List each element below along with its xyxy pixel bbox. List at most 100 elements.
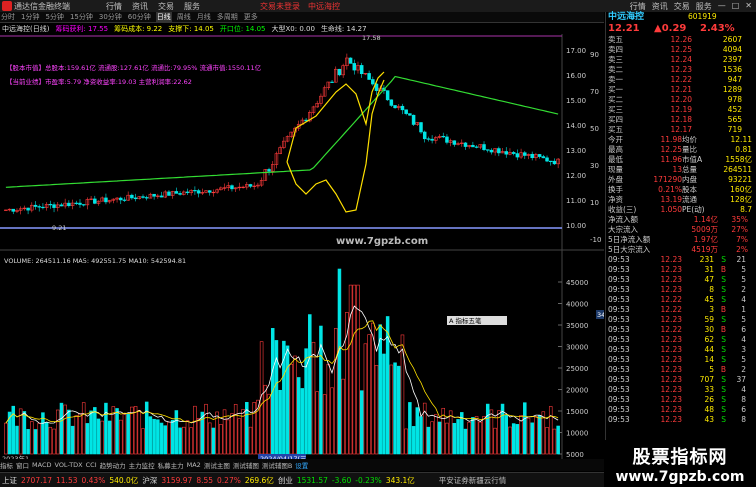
vol-tick: 35000 bbox=[566, 322, 588, 330]
right-menu-item[interactable]: 交易 bbox=[674, 1, 690, 12]
tick-volume: 3 bbox=[709, 305, 714, 314]
tick-count: 4 bbox=[741, 295, 746, 304]
indicator-tab[interactable]: MACD bbox=[32, 461, 51, 469]
flow-label: 净流入额 bbox=[608, 215, 638, 224]
indicator-tab[interactable]: MA2 bbox=[187, 461, 201, 469]
indicator-tab[interactable]: 主力监控 bbox=[129, 460, 155, 470]
maximize-icon[interactable]: □ bbox=[732, 1, 740, 12]
indicator-tab[interactable]: 指标 bbox=[0, 460, 13, 470]
ask-label: 卖四 bbox=[608, 45, 623, 54]
tick-row: 09:53 12.22 30 B 6 bbox=[606, 325, 756, 335]
period-tab[interactable]: 周线 bbox=[176, 12, 192, 22]
tick-side: S bbox=[721, 415, 726, 424]
minimize-icon[interactable]: — bbox=[718, 1, 726, 12]
volume-bar bbox=[144, 401, 149, 455]
ask-label: 卖三 bbox=[608, 55, 623, 64]
period-tab[interactable]: 15分钟 bbox=[69, 12, 94, 22]
candle-body bbox=[159, 195, 164, 198]
flow-label: 5日大宗流入 bbox=[608, 245, 651, 254]
tick-time: 09:53 bbox=[608, 355, 630, 364]
period-tab[interactable]: 60分钟 bbox=[127, 12, 152, 22]
period-tab[interactable]: 30分钟 bbox=[98, 12, 123, 22]
period-tab[interactable]: 1分钟 bbox=[20, 12, 40, 22]
tick-side: S bbox=[721, 395, 726, 404]
volume-bar bbox=[178, 427, 182, 455]
menu-item[interactable]: 行情 bbox=[106, 1, 122, 12]
stock-period-label: 中远海控(日线) bbox=[2, 25, 50, 33]
tick-time: 09:53 bbox=[608, 415, 630, 424]
right-menu-item[interactable]: 资讯 bbox=[652, 1, 668, 12]
candle-body bbox=[267, 169, 271, 172]
candle-body bbox=[408, 113, 412, 116]
tick-side: S bbox=[721, 405, 726, 414]
lifeline-label: 生命线: 14.27 bbox=[320, 25, 367, 33]
right-menu-item[interactable]: 行情 bbox=[630, 1, 646, 12]
candle-body bbox=[81, 204, 86, 206]
price-tick: 17.00 bbox=[566, 47, 586, 55]
candle-body bbox=[59, 204, 64, 207]
menu-item[interactable]: 资讯 bbox=[132, 1, 148, 12]
candle-body bbox=[41, 206, 45, 209]
indicator-tab[interactable]: VOL-TDX bbox=[54, 461, 82, 469]
period-tab[interactable]: 日线 bbox=[155, 12, 172, 22]
period-tab[interactable]: 月线 bbox=[196, 12, 212, 22]
period-tab[interactable]: 分时 bbox=[0, 12, 16, 22]
bid-row: 买五 12.17 719 bbox=[606, 125, 756, 135]
index-amount: 540.0亿 bbox=[109, 475, 139, 485]
tick-volume: 30 bbox=[704, 325, 714, 334]
tick-list[interactable]: 09:53 12.23 231 S 21 09:53 12.23 31 B 5 09:53 12.23… bbox=[606, 255, 756, 425]
volume-bar bbox=[285, 345, 290, 455]
menu-item[interactable]: 交易 bbox=[158, 1, 174, 12]
tick-price: 12.23 bbox=[660, 395, 682, 404]
index-change: 8.55 bbox=[196, 475, 214, 485]
indicator-tab[interactable]: CCI bbox=[86, 461, 97, 469]
kline-chart[interactable]: 17.00 16.00 15.00 14.00 13.00 12.00 11.00 10.00… bbox=[0, 34, 604, 470]
indicator-tab[interactable]: 设置 bbox=[295, 460, 308, 470]
tick-row: 09:53 12.23 14 S 5 bbox=[606, 355, 756, 365]
index-value: 3159.97 bbox=[161, 475, 193, 485]
period-tab[interactable]: 多周期 bbox=[216, 12, 239, 22]
candle-body bbox=[167, 191, 171, 196]
period-tab[interactable]: 更多 bbox=[243, 12, 259, 22]
indicator-tab[interactable]: 测试主图 bbox=[204, 460, 230, 470]
close-icon[interactable]: ✕ bbox=[745, 1, 752, 12]
bid-row: 买三 12.19 452 bbox=[606, 105, 756, 115]
tick-time: 09:53 bbox=[608, 305, 630, 314]
indicator-tab[interactable]: 测试辅图B bbox=[262, 460, 292, 470]
volume-bar bbox=[397, 365, 401, 455]
tick-side: S bbox=[721, 375, 726, 384]
stat-row: 外盘 171290 内盘 93221 bbox=[606, 175, 756, 185]
indicator-tab[interactable]: 趋势动力 bbox=[100, 460, 126, 470]
tick-row: 09:53 12.23 26 S 8 bbox=[606, 395, 756, 405]
ask-price: 12.25 bbox=[670, 45, 692, 54]
tick-price: 12.23 bbox=[660, 265, 682, 274]
indicator-tab[interactable]: 窗口 bbox=[16, 460, 29, 470]
candle-body bbox=[393, 105, 397, 109]
volume-bar bbox=[511, 423, 516, 455]
login-status[interactable]: 交易未登录 bbox=[260, 1, 300, 12]
tick-row: 09:53 12.23 47 S 5 bbox=[606, 275, 756, 285]
tick-count: 5 bbox=[741, 265, 746, 274]
title-right-menu: 行情 资讯 交易 服务 — □ ✕ bbox=[630, 1, 756, 12]
tick-side: S bbox=[721, 285, 726, 294]
bid-volume: 565 bbox=[727, 115, 742, 124]
candle-body bbox=[348, 57, 353, 64]
panel-change: ▲0.29 bbox=[654, 23, 687, 34]
stat-value: 13.19 bbox=[660, 195, 682, 204]
right-menu-item[interactable]: 服务 bbox=[696, 1, 712, 12]
price-tick: 10.00 bbox=[566, 222, 586, 230]
indicator-tab[interactable]: 私募主力 bbox=[158, 460, 184, 470]
note-line-1: 【股本市值】总股本:159.61亿 流通股:127.61亿 流通比:79.95%… bbox=[6, 63, 262, 72]
fund-flows: 净流入额 1.14亿 35% 大宗流入 5009万 27% 5日净流入额 1.97亿 7% 5日大… bbox=[606, 215, 756, 255]
stat-row: 现量 13 总量 264511 bbox=[606, 165, 756, 175]
bid-row: 买四 12.18 565 bbox=[606, 115, 756, 125]
menu-item[interactable]: 服务 bbox=[184, 1, 200, 12]
panel-title-row: 中远海控 601919 bbox=[606, 12, 756, 23]
price-tick: 12.00 bbox=[566, 172, 586, 180]
period-tab[interactable]: 5分钟 bbox=[44, 12, 64, 22]
stat-value: 128亿 bbox=[730, 195, 752, 204]
high-marker: 17.58 bbox=[362, 34, 381, 42]
volume-bar bbox=[523, 402, 527, 455]
indicator-tab[interactable]: 测试辅图 bbox=[233, 460, 259, 470]
tick-count: 3 bbox=[741, 345, 746, 354]
